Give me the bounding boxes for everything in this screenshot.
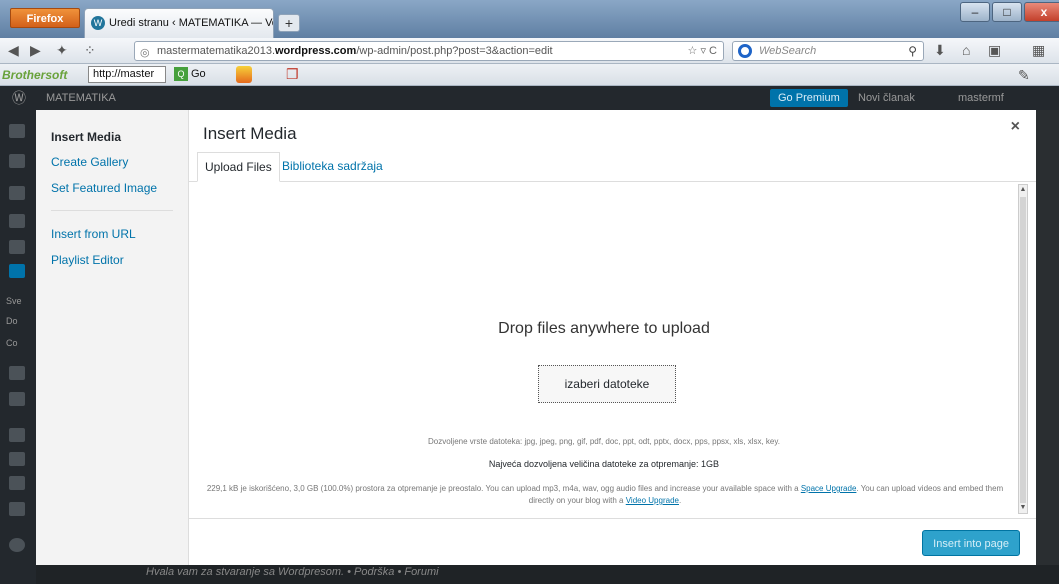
grid-icon[interactable]: ⁘ xyxy=(84,42,96,59)
users-icon[interactable] xyxy=(9,452,25,466)
menu-set-featured-image[interactable]: Set Featured Image xyxy=(51,181,157,195)
back-arrow-icon[interactable]: ◀ xyxy=(8,42,19,59)
tab-title: Uredi stranu ‹ MATEMATIKA — Vordpres xyxy=(109,17,273,29)
browser-tab-active[interactable]: W Uredi stranu ‹ MATEMATIKA — Vordpres xyxy=(84,8,274,38)
space-upgrade-link[interactable]: Space Upgrade xyxy=(801,484,857,493)
wordpress-logo-icon[interactable]: Ⓦ xyxy=(12,86,26,110)
search-magnifier-icon[interactable]: ⚲ xyxy=(908,42,917,60)
insert-into-page-button[interactable]: Insert into page xyxy=(922,530,1020,556)
tab-upload-files[interactable]: Upload Files xyxy=(197,152,280,182)
sidebar-label-add[interactable]: Do xyxy=(6,316,18,326)
url-prefix: mastermatematika2013. xyxy=(157,45,275,57)
search-engine-logo-icon xyxy=(738,44,752,58)
max-upload-size: Najveća dozvoljena veličina datoteke za … xyxy=(488,459,720,469)
firefox-menu-button[interactable]: Firefox xyxy=(10,8,80,28)
store-icon[interactable] xyxy=(9,154,25,168)
new-tab-button[interactable]: + xyxy=(278,14,300,32)
tab-media-library[interactable]: Biblioteka sadržaja xyxy=(275,152,390,182)
scroll-up-icon[interactable]: ▲ xyxy=(1019,185,1027,195)
upload-usage-text: 229,1 kB je iskorišćeno, 3,0 GB (100.0%)… xyxy=(197,483,1013,507)
modal-title: Insert Media xyxy=(203,124,297,143)
media-menu: Insert Media Create Gallery Set Featured… xyxy=(36,110,189,565)
media-frame: Insert Media × Upload Files Biblioteka s… xyxy=(189,110,1036,565)
forward-arrow-icon[interactable]: ▶ xyxy=(30,42,41,59)
select-files-button[interactable]: izaberi datoteke xyxy=(538,365,676,403)
comments-icon[interactable] xyxy=(9,366,25,380)
user-menu[interactable]: mastermf xyxy=(958,86,1004,110)
close-window-button[interactable]: x xyxy=(1024,2,1059,22)
scroll-down-icon[interactable]: ▼ xyxy=(1019,503,1027,513)
url-bar[interactable]: ◎ mastermatematika2013.wordpress.com/wp-… xyxy=(134,41,724,61)
media-icon[interactable] xyxy=(9,214,25,228)
menu-insert-from-url[interactable]: Insert from URL xyxy=(51,227,136,241)
url-domain: wordpress.com xyxy=(275,45,357,57)
home-icon[interactable]: ⌂ xyxy=(962,42,970,58)
browser-title-bar: Firefox W Uredi stranu ‹ MATEMATIKA — Vo… xyxy=(0,0,1059,38)
drop-files-text: Drop files anywhere to upload xyxy=(498,320,710,337)
sidebar-label-all[interactable]: Sve xyxy=(6,296,22,306)
search-input[interactable]: WebSearch ⚲ xyxy=(732,41,924,61)
go-label: Go xyxy=(191,67,206,80)
allowed-file-types: Dozvoljene vrste datoteka: jpg, jpeg, pn… xyxy=(427,437,781,446)
toolbar-url-select[interactable]: http://master xyxy=(88,66,166,83)
menu-icon[interactable]: ▦ xyxy=(1032,42,1045,59)
close-icon[interactable]: × xyxy=(1011,118,1020,136)
globe-icon: ◎ xyxy=(140,47,150,59)
search-go-icon: Q xyxy=(174,67,188,81)
admin-footer: Hvala vam za stvaranje sa Wordpresom. • … xyxy=(146,566,439,578)
navigation-bar: ◀ ▶ ✦ ⁘ ◎ mastermatematika2013.wordpress… xyxy=(0,38,1059,64)
bookmark-star-icon[interactable]: ☆ ▿ C xyxy=(688,42,717,60)
menu-separator xyxy=(51,210,173,211)
screen-icon[interactable]: ▣ xyxy=(988,42,1001,59)
new-post-link[interactable]: Novi članak xyxy=(858,86,915,110)
go-premium-button[interactable]: Go Premium xyxy=(770,89,848,107)
go-button[interactable]: Q Go xyxy=(174,67,206,81)
menu-create-gallery[interactable]: Create Gallery xyxy=(51,155,128,169)
video-upgrade-link[interactable]: Video Upgrade xyxy=(626,496,679,505)
dashboard-icon[interactable] xyxy=(9,124,25,138)
pin-icon[interactable] xyxy=(9,186,25,200)
links-icon[interactable] xyxy=(9,240,25,254)
url-path: /wp-admin/post.php?post=3&action=edit xyxy=(356,45,553,57)
feedback-icon[interactable] xyxy=(9,392,25,406)
media-toolbar: Insert into page xyxy=(189,518,1036,565)
menu-insert-media[interactable]: Insert Media xyxy=(51,130,121,144)
tools-icon[interactable] xyxy=(9,476,25,490)
collapse-icon[interactable] xyxy=(9,538,25,552)
backdrop-overlay xyxy=(1036,110,1059,565)
site-name-link[interactable]: MATEMATIKA xyxy=(46,86,116,110)
maximize-window-button[interactable]: □ xyxy=(992,2,1022,22)
sidebar-label-co[interactable]: Co xyxy=(6,338,18,348)
wp-admin-sidebar: Sve Do Co xyxy=(0,110,36,584)
upload-area[interactable]: ▲ ▼ Drop files anywhere to upload izaber… xyxy=(189,182,1036,518)
download-arrow-icon[interactable]: ⬇ xyxy=(934,42,946,59)
wrench-icon[interactable]: ✎ xyxy=(1018,67,1030,84)
insert-media-modal: Insert Media Create Gallery Set Featured… xyxy=(36,110,1036,565)
appearance-icon[interactable] xyxy=(9,428,25,442)
gift-icon[interactable]: ❒ xyxy=(286,66,299,83)
puzzle-icon[interactable]: ✦ xyxy=(56,42,68,59)
settings-icon[interactable] xyxy=(9,502,25,516)
search-placeholder: WebSearch xyxy=(759,45,817,57)
wp-admin-bar: Ⓦ MATEMATIKA Go Premium Novi članak mast… xyxy=(0,86,1059,110)
menu-playlist-editor[interactable]: Playlist Editor xyxy=(51,253,124,267)
media-tabs: Upload Files Biblioteka sadržaja xyxy=(189,152,1036,182)
pages-icon[interactable] xyxy=(9,264,25,278)
addon-toolbar: Brothersoft http://master Q Go ❒ ✎ xyxy=(0,64,1059,86)
usage-text-end: . xyxy=(678,496,682,505)
minimize-window-button[interactable]: – xyxy=(960,2,990,22)
flame-icon[interactable] xyxy=(236,66,252,83)
scrollbar-thumb[interactable] xyxy=(1020,197,1026,503)
brothersoft-logo: Brothersoft xyxy=(2,68,68,82)
usage-text-part: 229,1 kB je iskorišćeno, 3,0 GB (100.0%)… xyxy=(206,484,799,493)
content-scrollbar[interactable]: ▲ ▼ xyxy=(1018,184,1028,514)
wordpress-favicon-icon: W xyxy=(91,16,105,30)
